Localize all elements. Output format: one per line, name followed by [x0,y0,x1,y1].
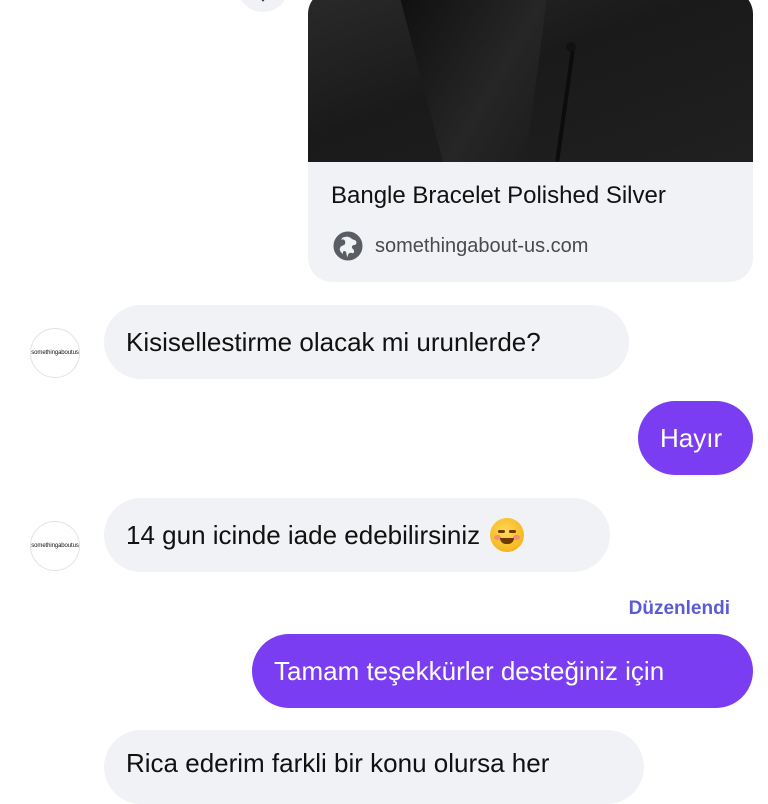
message-text: Tamam teşekkürler desteğiniz için [274,655,665,686]
message-text: 14 gun icinde iade edebilirsiniz [126,519,481,550]
avatar[interactable]: somethingaboutus [30,328,80,378]
avatar-label: somethingaboutus [31,350,79,356]
message-bubble-outgoing[interactable]: Tamam teşekkürler desteğiniz için [252,634,753,708]
message-text: Kisisellestirme olacak mi urunlerde? [126,326,541,357]
link-preview-card[interactable]: Bangle Bracelet Polished Silver somethin… [308,0,753,282]
message-bubble-incoming[interactable]: Kisisellestirme olacak mi urunlerde? [104,305,629,379]
reply-icon [256,0,270,4]
message-bubble-incoming[interactable]: Rica ederim farkli bir konu olursa her [104,730,644,804]
edited-label: Düzenlendi [628,598,730,619]
smiling-blush-emoji-icon [490,518,525,552]
reply-button[interactable] [237,0,289,12]
link-preview-image [308,0,753,162]
message-bubble-incoming[interactable]: 14 gun icinde iade edebilirsiniz [104,498,610,572]
message-bubble-outgoing[interactable]: Hayır [638,401,753,475]
message-text: Hayır [660,422,723,453]
globe-icon [333,231,363,261]
message-text: Rica ederim farkli bir konu olursa her [126,748,550,778]
link-preview-domain: somethingabout-us.com [375,234,589,257]
link-preview-title: Bangle Bracelet Polished Silver [331,182,666,209]
avatar[interactable]: somethingaboutus [30,521,80,571]
avatar-label: somethingaboutus [31,543,79,549]
link-preview-domain-row: somethingabout-us.com [333,231,588,261]
